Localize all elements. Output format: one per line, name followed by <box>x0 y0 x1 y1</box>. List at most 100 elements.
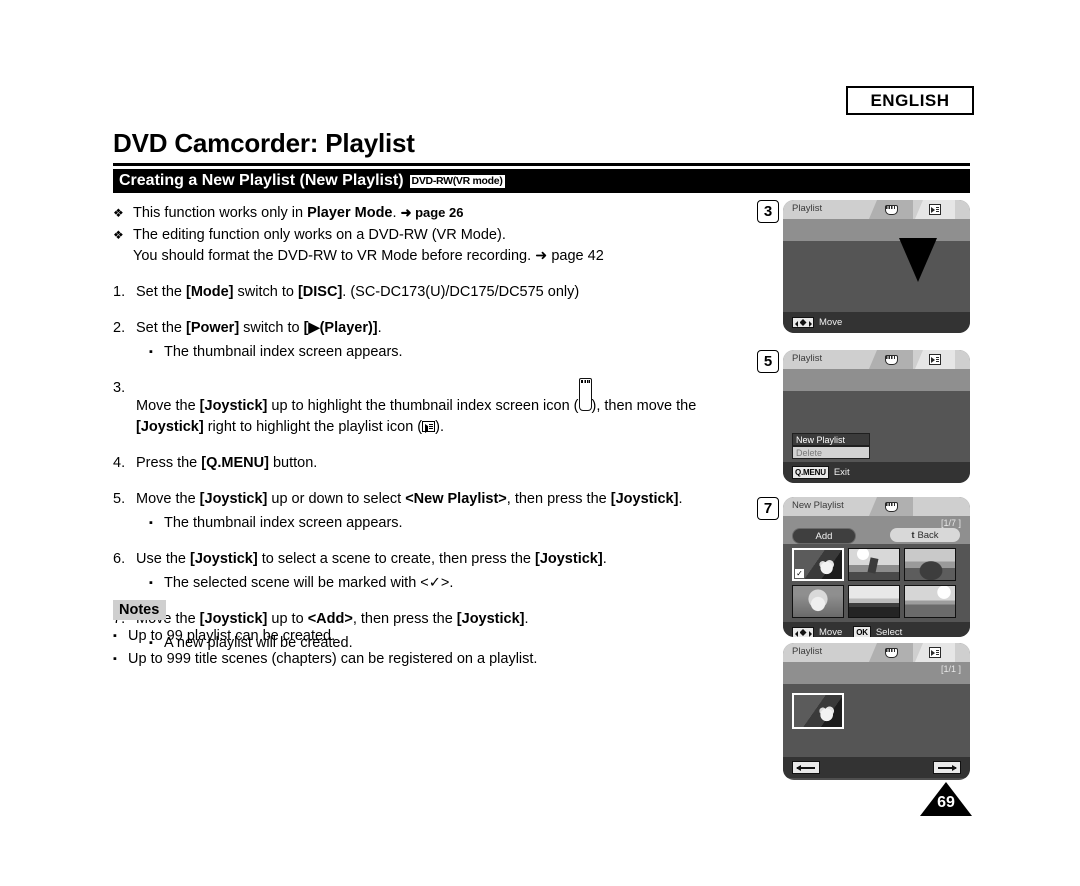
page-counter: [1/1 ] <box>940 664 961 674</box>
lcd-subbar: [1/1 ] <box>783 662 970 684</box>
back-glyph-icon: t <box>911 530 915 540</box>
playlist-icon <box>929 204 941 215</box>
section-header: Creating a New Playlist (New Playlist) D… <box>113 169 970 193</box>
footer-select-label: Select <box>875 627 903 637</box>
lcd-content <box>783 238 970 312</box>
arrow-right-icon[interactable] <box>933 761 961 774</box>
quick-menu-popup[interactable]: New Playlist Delete <box>792 433 870 459</box>
lcd-content: New Playlist Delete <box>783 391 970 462</box>
tab-playlist[interactable] <box>915 350 955 369</box>
joystick-key-icon <box>792 317 814 328</box>
lcd-title: New Playlist <box>792 500 844 511</box>
cursor-pointer-icon <box>899 238 937 282</box>
lcd-header: Playlist <box>783 643 970 662</box>
step-text: Move the [Joystick] up to highlight the … <box>136 378 696 435</box>
square-bullet-icon: ▪ <box>149 346 153 359</box>
playlist-icon <box>929 354 941 365</box>
prerequisite-item: ❖ The editing function only works on a DV… <box>113 225 753 267</box>
disc-mode-badge: DVD-RW(VR mode) <box>408 173 506 189</box>
thumbnail-lake-sunset[interactable] <box>848 585 900 618</box>
thumbnail-index-icon <box>884 204 898 215</box>
joystick-key-icon <box>792 627 814 637</box>
tab-thumbnail-index[interactable] <box>869 200 913 219</box>
page-reference: ➜ page 26 <box>400 205 464 220</box>
thumbnail-grid: ✓ <box>783 544 970 622</box>
page-counter: [1/7 ] <box>940 518 961 528</box>
language-badge: ENGLISH <box>846 86 974 115</box>
thumbnail-person-with-ball[interactable] <box>848 548 900 581</box>
lcd-title: Playlist <box>792 203 823 214</box>
lcd-title: Playlist <box>792 646 823 657</box>
back-label: Back <box>917 529 939 541</box>
menu-item-delete[interactable]: Delete <box>792 446 870 459</box>
step-badge-3: 3 <box>757 200 779 223</box>
note-text: Up to 999 title scenes (chapters) can be… <box>128 651 538 668</box>
lcd-content <box>783 684 970 757</box>
step-sub-item: ▪ The thumbnail index screen appears. <box>149 342 753 363</box>
thumbnail-dog[interactable] <box>792 585 844 618</box>
prerequisite-text: The editing function only works on a DVD… <box>133 227 604 265</box>
lcd-screen-result: Playlist [1/1 ] <box>783 643 970 780</box>
tab-playlist[interactable] <box>915 643 955 662</box>
menu-item-new-playlist[interactable]: New Playlist <box>792 433 870 446</box>
back-button[interactable]: t Back <box>890 528 960 542</box>
step-number: 2. <box>113 320 126 337</box>
ok-key-icon: OK <box>853 626 871 637</box>
step-item: 5. Move the [Joystick] up or down to sele… <box>113 489 753 534</box>
lcd-header: New Playlist <box>783 497 970 516</box>
thumbnail-lotus-flower[interactable]: ✓ <box>792 548 844 581</box>
playlist-icon <box>422 421 436 433</box>
thumbnail-field-landscape[interactable] <box>904 585 956 618</box>
lcd-content: ✓ <box>783 544 970 622</box>
thumbnail-grid <box>783 684 970 733</box>
selected-check-icon: ✓ <box>795 569 804 578</box>
lcd-screen-step3: Playlist Move <box>783 200 970 333</box>
title-divider <box>113 163 970 166</box>
tab-thumbnail-index[interactable] <box>869 497 913 516</box>
step-number: 1. <box>113 284 126 301</box>
page-number-badge: 69 <box>920 782 972 816</box>
thumbnail-index-icon <box>578 378 592 412</box>
step-body: Set the [Power] switch to [▶(Player)]. ▪ T… <box>136 318 753 363</box>
step-item: 1. Set the [Mode] switch to [DISC]. (SC-D… <box>113 282 753 303</box>
step-number: 6. <box>113 551 126 568</box>
prerequisite-text: This function works only in Player Mode.… <box>133 205 464 221</box>
lcd-screen-step7: New Playlist [1/7 ] Add t Back ✓ Move OK <box>783 497 970 637</box>
step-item: 4. Press the [Q.MENU] button. <box>113 453 753 474</box>
step-number: 3. <box>113 380 126 397</box>
footer-move-label: Move <box>819 317 843 328</box>
thumbnail-dolphin[interactable] <box>904 548 956 581</box>
arrow-left-icon[interactable] <box>792 761 820 774</box>
page-number: 69 <box>937 794 955 811</box>
lcd-subbar <box>783 369 970 391</box>
step-body: Press the [Q.MENU] button. <box>136 453 753 474</box>
step-item: 6. Use the [Joystick] to select a scene t… <box>113 549 753 594</box>
qmenu-key-icon: Q.MENU <box>792 466 829 479</box>
step-body: Move the [Joystick] up or down to select… <box>136 489 753 534</box>
step-text: Press the [Q.MENU] button. <box>136 455 318 472</box>
step-sub-item: ▪ The thumbnail index screen appears. <box>149 513 753 534</box>
lcd-title: Playlist <box>792 353 823 364</box>
step-text: Set the [Mode] switch to [DISC]. (SC-DC1… <box>136 284 580 301</box>
step-number: 5. <box>113 491 126 508</box>
lcd-subbar: [1/7 ] Add t Back <box>783 516 970 544</box>
tab-thumbnail-index[interactable] <box>869 643 913 662</box>
step-item: 3. Move the [Joystick] up to highlight th… <box>113 378 753 438</box>
step-item: 2. Set the [Power] switch to [▶(Player)].… <box>113 318 753 363</box>
square-bullet-icon: ▪ <box>149 577 153 590</box>
square-bullet-icon: ▪ <box>149 517 153 530</box>
thumbnail-index-icon <box>884 501 898 512</box>
lcd-header: Playlist <box>783 350 970 369</box>
tab-playlist[interactable] <box>915 200 955 219</box>
lcd-footer: Q.MENU Exit <box>783 462 970 483</box>
add-button[interactable]: Add <box>792 528 856 544</box>
step-body: Use the [Joystick] to select a scene to … <box>136 549 753 594</box>
square-bullet-icon: ▪ <box>113 630 117 642</box>
diamond-bullet-icon: ❖ <box>113 206 124 220</box>
lcd-footer: Move <box>783 312 970 333</box>
step-text: Move the [Joystick] up or down to select… <box>136 491 683 508</box>
tab-thumbnail-index[interactable] <box>869 350 913 369</box>
step-sub-item: ▪ The selected scene will be marked with … <box>149 573 753 594</box>
thumbnail-lotus-flower[interactable] <box>792 693 844 729</box>
prerequisite-item: ❖ This function works only in Player Mode… <box>113 203 753 224</box>
